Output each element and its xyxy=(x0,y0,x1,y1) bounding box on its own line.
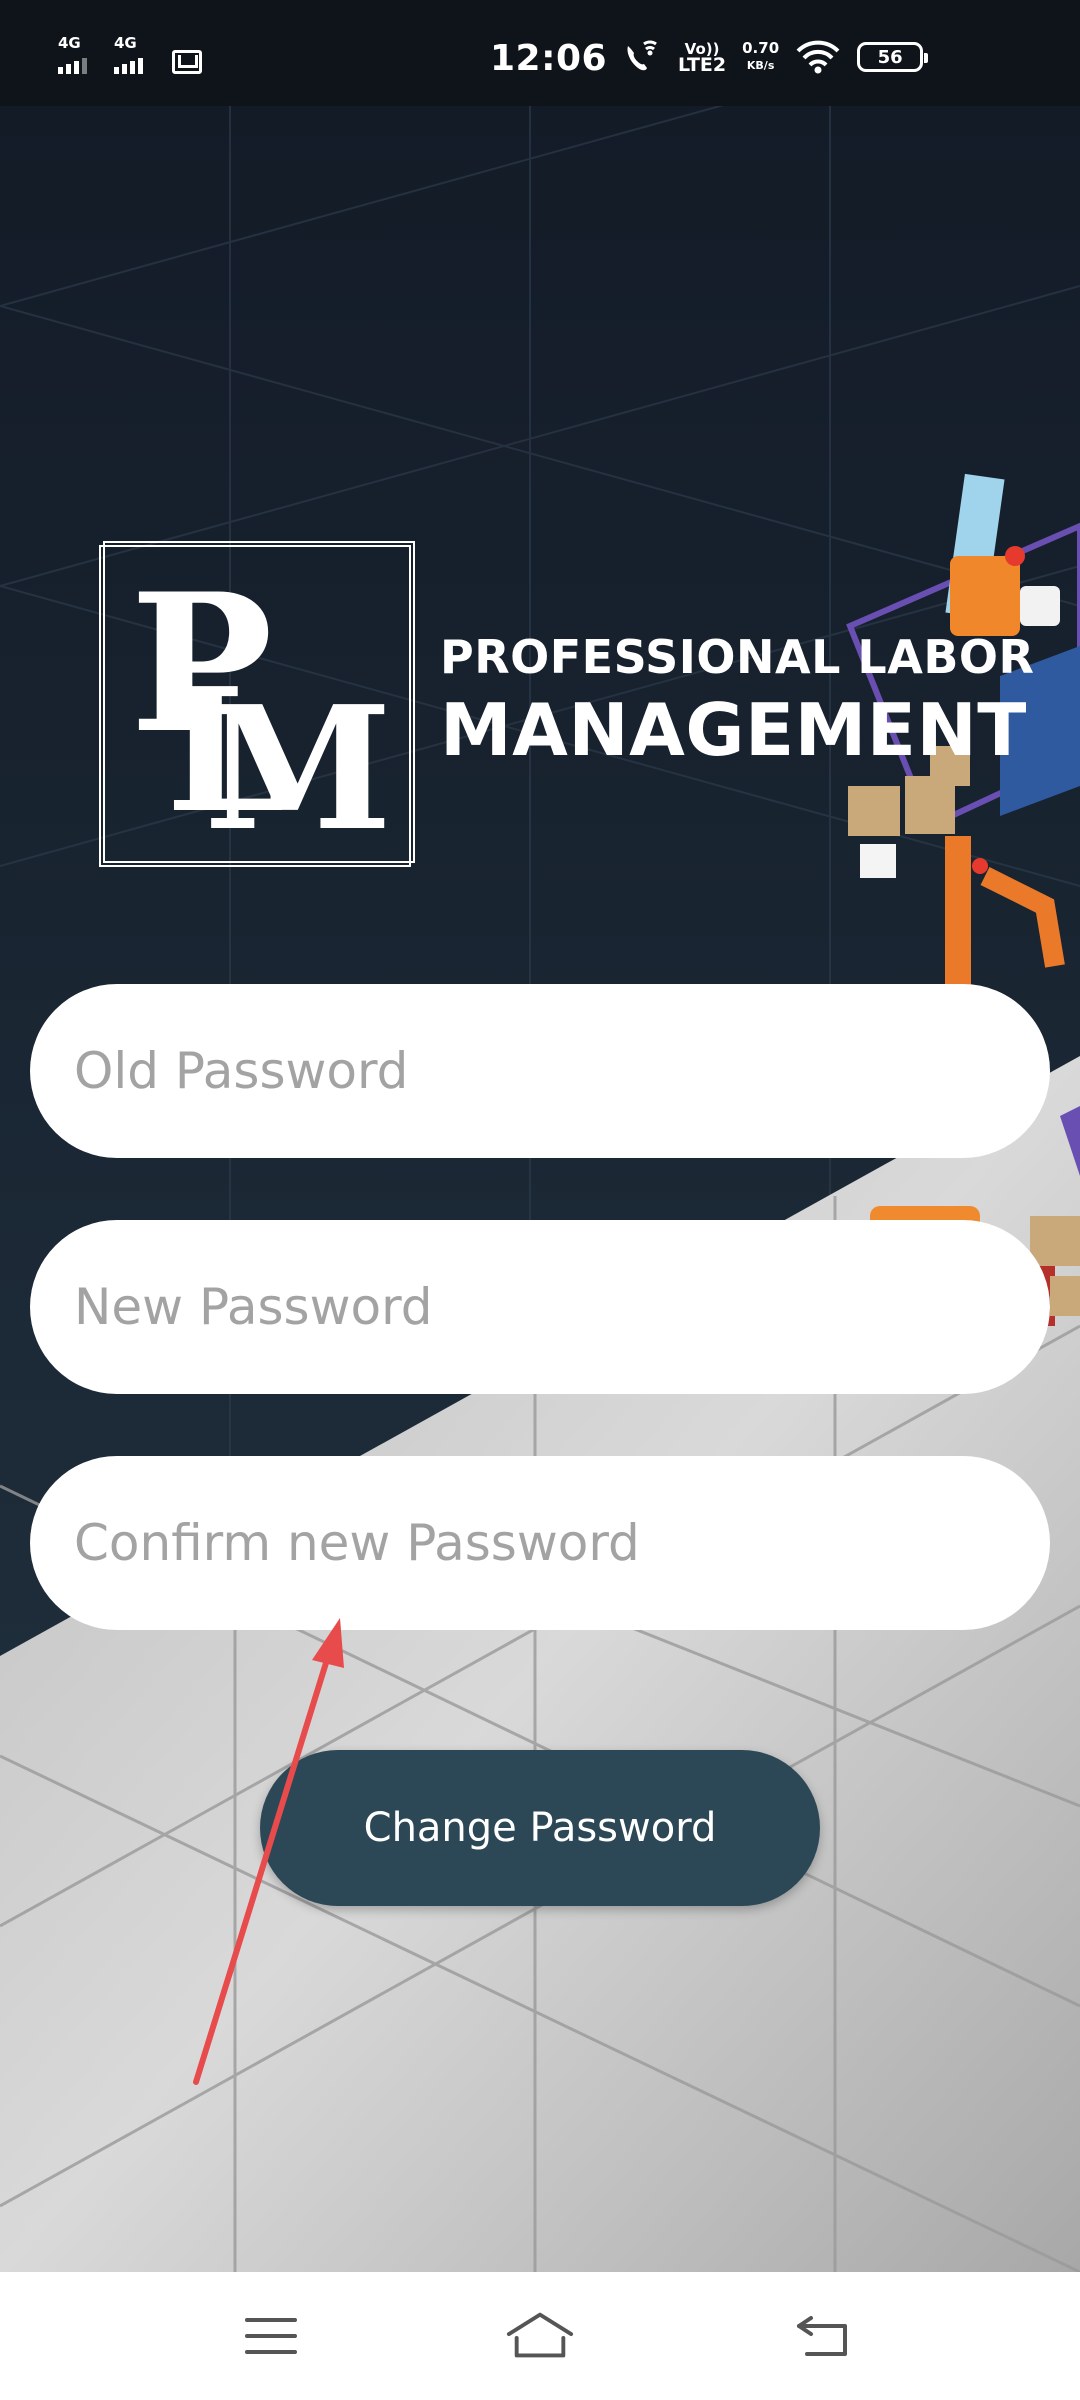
menu-icon[interactable] xyxy=(236,2306,306,2366)
brand-line1: PROFESSIONAL LABOR xyxy=(440,630,1035,684)
svg-text:M: M xyxy=(204,669,392,869)
back-icon[interactable] xyxy=(788,2306,858,2366)
confirm-password-input[interactable] xyxy=(30,1456,1050,1630)
status-left-group: 4G 4G xyxy=(58,36,202,74)
old-password-input[interactable] xyxy=(30,984,1050,1158)
network-speed: 0.70 KB/s xyxy=(742,39,780,72)
brand-line2: MANAGEMENT xyxy=(440,688,1027,772)
sim2-label: 4G xyxy=(114,34,137,52)
wifi-calling-icon xyxy=(627,40,657,71)
home-icon[interactable] xyxy=(505,2306,575,2366)
clock: 12:06 xyxy=(490,38,608,79)
wifi-icon xyxy=(796,40,840,74)
battery-level: 56 xyxy=(877,46,903,68)
plm-logo: P L M xyxy=(99,541,415,869)
change-password-button[interactable]: Change Password xyxy=(260,1750,820,1906)
gmail-notification-icon xyxy=(172,50,202,74)
sim1-label: 4G xyxy=(58,34,81,52)
signal-sim1-icon: 4G xyxy=(58,36,100,74)
battery-icon: 56 xyxy=(857,42,929,72)
status-right-group: Vo)) LTE2 0.70 KB/s 56 xyxy=(622,38,929,76)
new-password-input[interactable] xyxy=(30,1220,1050,1394)
background-warehouse-art xyxy=(0,106,1080,2272)
brand-name: PROFESSIONAL LABOR MANAGEMENT xyxy=(440,630,1034,772)
signal-sim2-icon: 4G xyxy=(114,36,156,74)
volte-indicator: Vo)) LTE2 xyxy=(678,40,727,76)
navigation-bar xyxy=(0,2272,1080,2400)
status-bar: 4G 4G 12:06 Vo)) LTE2 0.70 KB/s 56 xyxy=(0,0,1080,106)
